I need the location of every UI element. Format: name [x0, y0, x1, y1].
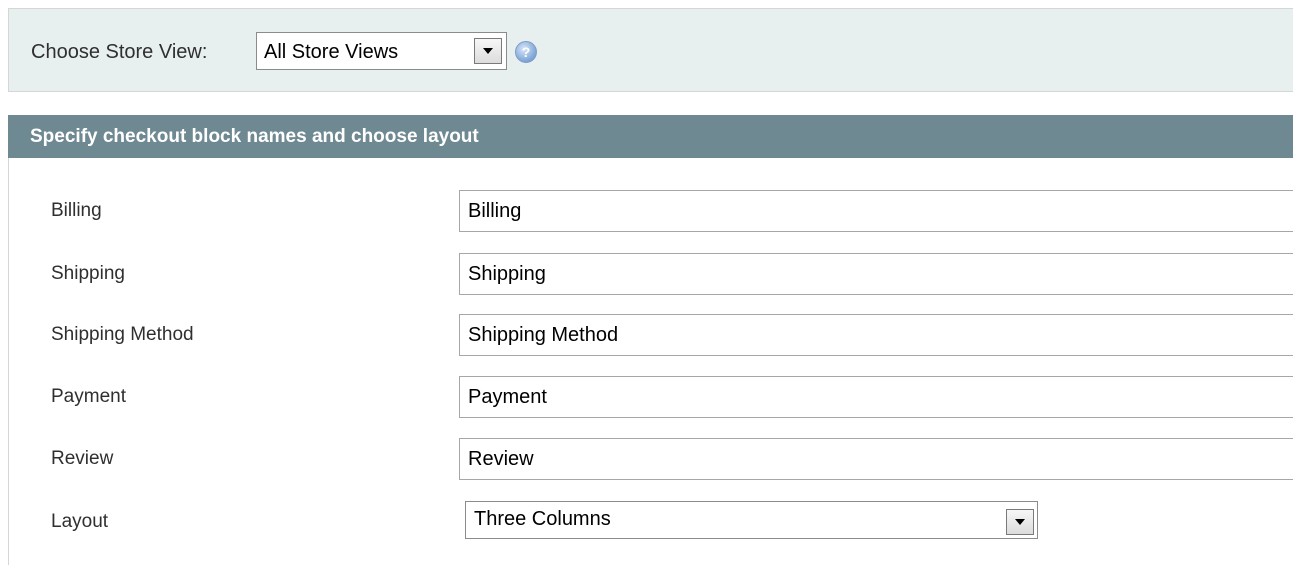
review-label: Review	[51, 448, 114, 469]
review-input[interactable]	[459, 438, 1293, 480]
field-row-layout: Layout Three Columns	[9, 501, 1293, 543]
checkout-block-form: Billing Shipping Shipping Method Payment…	[8, 158, 1293, 565]
field-row-billing: Billing	[9, 190, 1293, 232]
field-row-shipping: Shipping	[9, 253, 1293, 295]
store-switcher-bar: Choose Store View: All Store Views ?	[8, 8, 1293, 92]
payment-input[interactable]	[459, 376, 1293, 418]
section-header: Specify checkout block names and choose …	[8, 115, 1293, 158]
payment-label: Payment	[51, 386, 126, 407]
store-view-label: Choose Store View:	[31, 41, 208, 63]
field-row-shipping-method: Shipping Method	[9, 314, 1293, 356]
field-row-review: Review	[9, 438, 1293, 480]
chevron-down-icon[interactable]	[474, 38, 502, 64]
chevron-down-icon[interactable]	[1006, 509, 1034, 535]
billing-input[interactable]	[459, 190, 1293, 232]
shipping-method-input[interactable]	[459, 314, 1293, 356]
layout-select[interactable]: Three Columns	[465, 501, 1038, 539]
layout-label: Layout	[51, 511, 109, 532]
shipping-input[interactable]	[459, 253, 1293, 295]
store-view-selected-value: All Store Views	[264, 41, 399, 63]
billing-label: Billing	[51, 200, 102, 221]
shipping-label: Shipping	[51, 263, 125, 284]
layout-selected-value: Three Columns	[474, 508, 611, 530]
help-icon[interactable]: ?	[515, 41, 537, 63]
shipping-method-label: Shipping Method	[51, 324, 194, 345]
store-view-select[interactable]: All Store Views	[256, 32, 507, 70]
field-row-payment: Payment	[9, 376, 1293, 418]
